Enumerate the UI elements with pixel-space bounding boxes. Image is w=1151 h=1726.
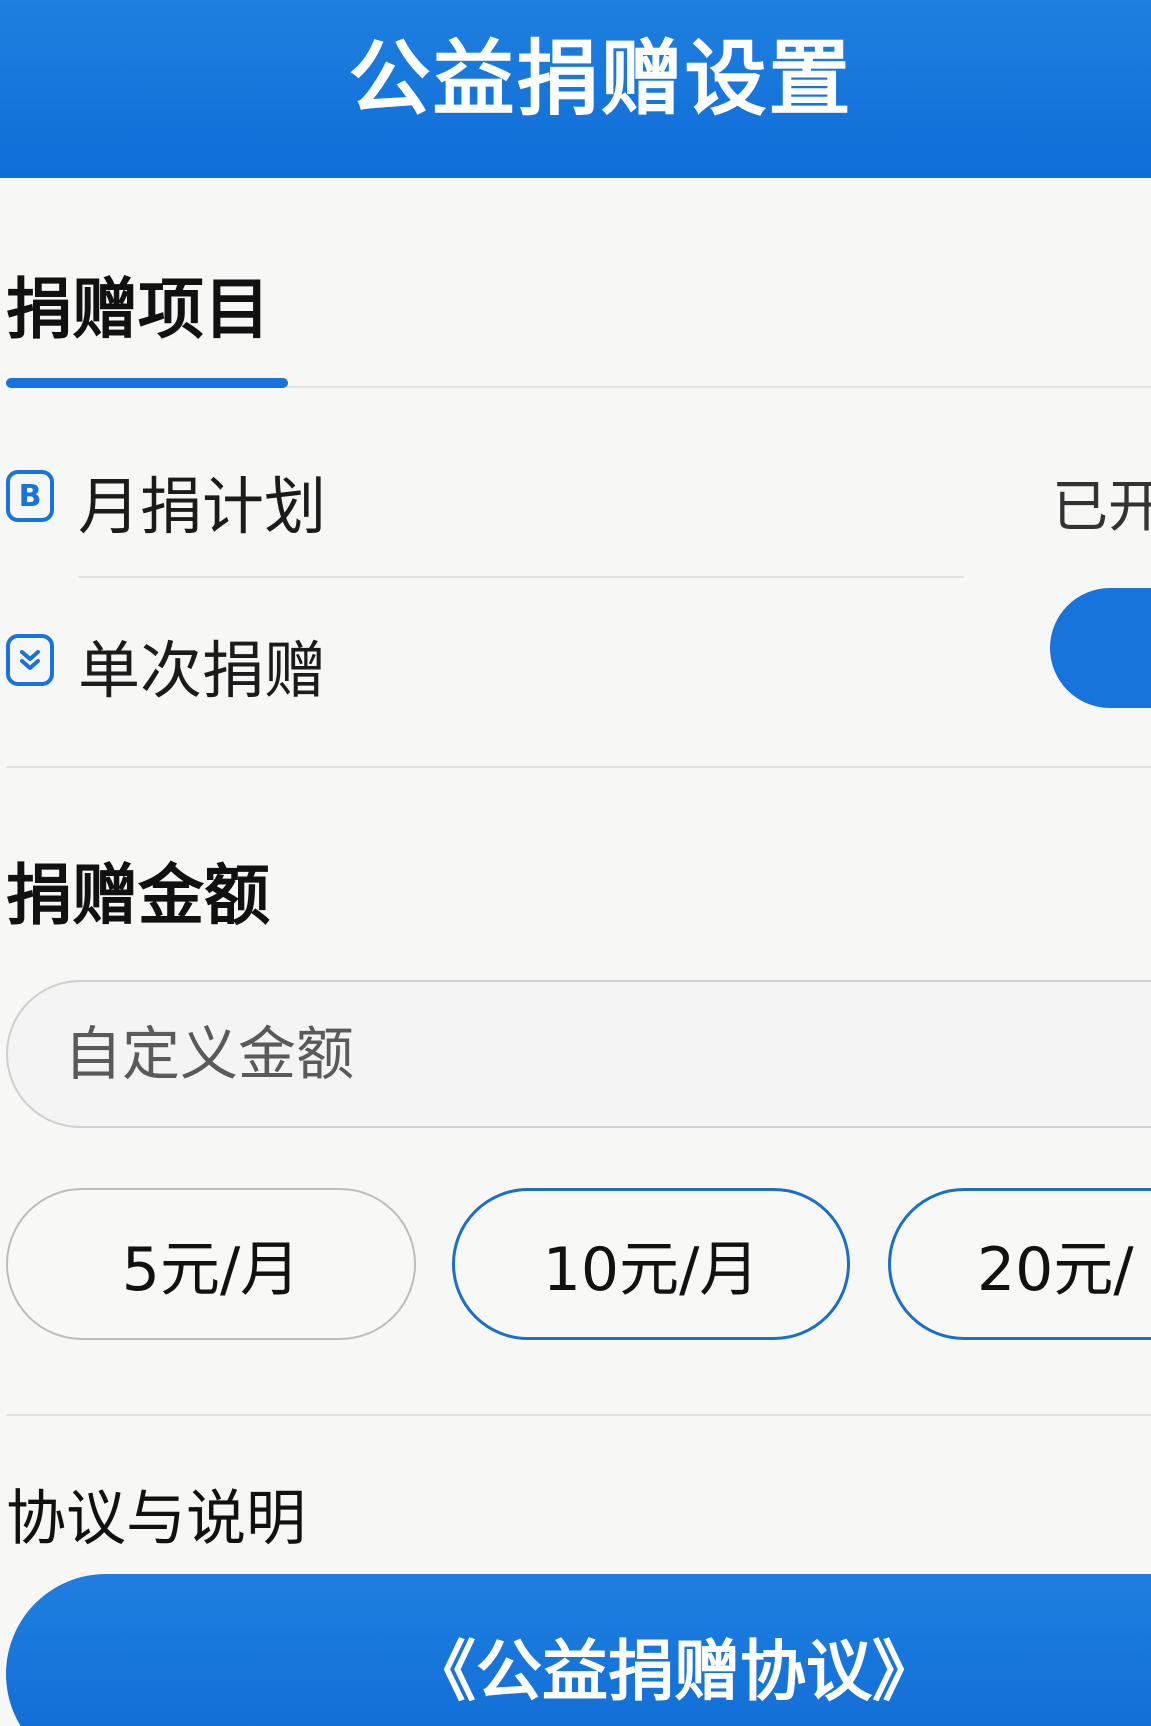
agreement-link-button[interactable]: 《公益捐赠协议》 [6,1574,1151,1726]
status-text: 已开 [1052,475,1151,540]
option-monthly-plan[interactable]: B 月捐计划 已开 [0,442,1151,552]
option-single-donation[interactable]: 单次捐赠 [0,606,1151,716]
option-label: 月捐计划 [78,470,327,543]
donation-settings-page: 公益捐赠设置 捐赠项目 B 月捐计划 已开 单次捐赠 捐赠金额 5元/月 10元… [0,0,1151,1726]
tab-underline [6,378,288,388]
chevron-down-badge-icon [6,634,54,686]
page-title: 公益捐赠设置 [348,31,853,127]
section-title-project: 捐赠项目 [6,271,270,348]
divider [288,386,1151,388]
section-title-amount: 捐赠金额 [6,857,270,934]
divider [6,1414,1151,1416]
agreement-link-text: 《公益捐赠协议》 [410,1633,938,1710]
option-label: 单次捐赠 [78,634,327,707]
amount-chip-20[interactable]: 20元/ [888,1188,1151,1340]
custom-amount-input[interactable] [6,980,1151,1128]
b-badge-icon: B [6,470,54,522]
amount-chip-10[interactable]: 10元/月 [452,1188,850,1340]
divider [78,576,964,578]
amount-chip-5[interactable]: 5元/月 [6,1188,416,1340]
section-title-agreement: 协议与说明 [6,1484,306,1554]
header-bar: 公益捐赠设置 [0,0,1151,178]
divider [6,766,1151,768]
